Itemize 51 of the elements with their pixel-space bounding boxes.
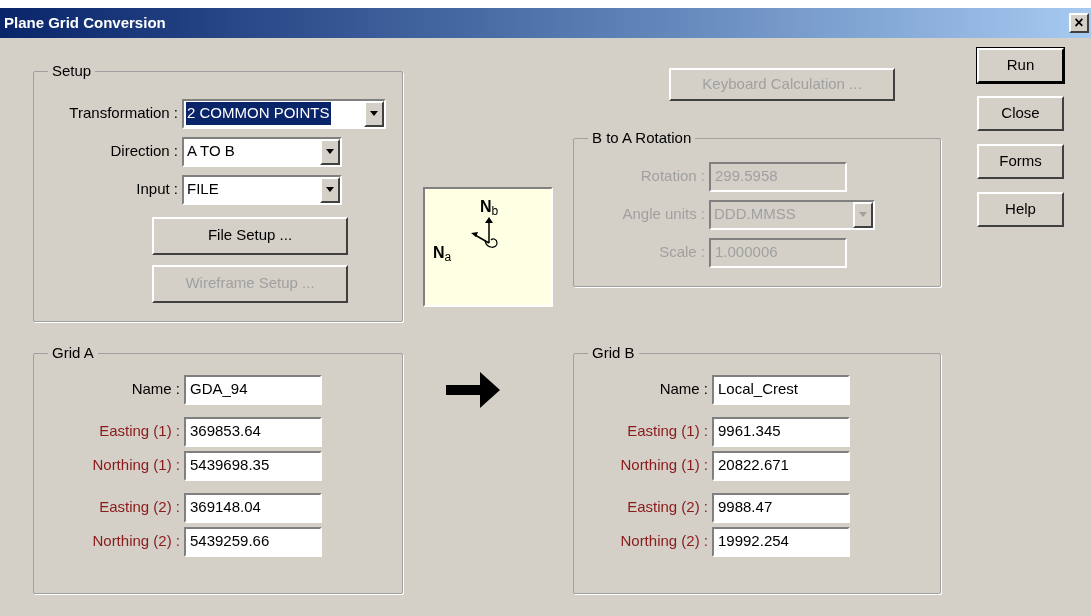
group-title: Setup	[51, 61, 93, 81]
push-button[interactable]: Help	[977, 192, 1064, 227]
dropdown-value: 2 COMMON POINTS	[186, 102, 331, 125]
field-label: Easting (2) :	[626, 497, 709, 518]
field-label: Northing (1) :	[619, 455, 709, 476]
dropdown-arrow-button[interactable]	[853, 201, 873, 228]
north-b-label: N$_{b}$	[480, 197, 499, 219]
group-title: Grid A	[51, 343, 95, 363]
text-field[interactable]: Local_Crest	[712, 374, 850, 405]
dropdown-arrow-button[interactable]	[320, 176, 340, 203]
text-field[interactable]: 9988.47	[712, 492, 850, 523]
text-field[interactable]: 9961.345	[712, 416, 850, 447]
field-label: Northing (2) :	[91, 531, 181, 552]
push-button[interactable]: Run	[977, 48, 1064, 83]
right-arrow-icon	[446, 372, 500, 408]
field-label: Easting (2) :	[98, 497, 181, 518]
text-field[interactable]: 369853.64	[184, 416, 322, 447]
field-label: Easting (1) :	[626, 421, 709, 442]
field-label: Easting (1) :	[98, 421, 181, 442]
dropdown-arrow-button[interactable]	[364, 100, 384, 127]
window-title: Plane Grid Conversion	[4, 12, 166, 33]
text-field[interactable]: GDA_94	[184, 374, 322, 405]
caret-down-icon	[370, 111, 378, 116]
group-title: Grid B	[591, 343, 636, 363]
dropdown-value: FILE	[186, 179, 220, 200]
group-title: B to A Rotation	[591, 128, 693, 148]
field-label: Transformation :	[68, 103, 179, 124]
dropdown[interactable]: A TO B	[182, 136, 342, 167]
text-field[interactable]: 19992.254	[712, 526, 850, 557]
text-field[interactable]: 5439259.66	[184, 526, 322, 557]
dropdown-value: A TO B	[186, 141, 236, 162]
close-button[interactable]: ×	[1069, 13, 1089, 33]
north-a-label: N$_{a}$	[433, 243, 452, 265]
field-label: Name :	[658, 379, 709, 400]
dropdown[interactable]: 2 COMMON POINTS	[182, 98, 386, 129]
caret-down-icon	[326, 149, 334, 154]
caret-down-icon	[326, 187, 334, 192]
field-label: Input :	[135, 179, 179, 200]
text-field[interactable]: 20822.671	[712, 450, 850, 481]
field-label: Northing (2) :	[619, 531, 709, 552]
caret-down-icon	[859, 212, 867, 217]
field-label: Northing (1) :	[91, 455, 181, 476]
text-field[interactable]: 5439698.35	[184, 450, 322, 481]
push-button[interactable]: Forms	[977, 144, 1064, 179]
dropdown[interactable]: FILE	[182, 174, 342, 205]
text-field[interactable]: 369148.04	[184, 492, 322, 523]
push-button[interactable]: Close	[977, 96, 1064, 131]
push-button[interactable]: File Setup ...	[152, 216, 348, 255]
field-label: Direction :	[109, 141, 179, 162]
field-label: Name :	[130, 379, 181, 400]
dropdown-arrow-button[interactable]	[320, 138, 340, 165]
